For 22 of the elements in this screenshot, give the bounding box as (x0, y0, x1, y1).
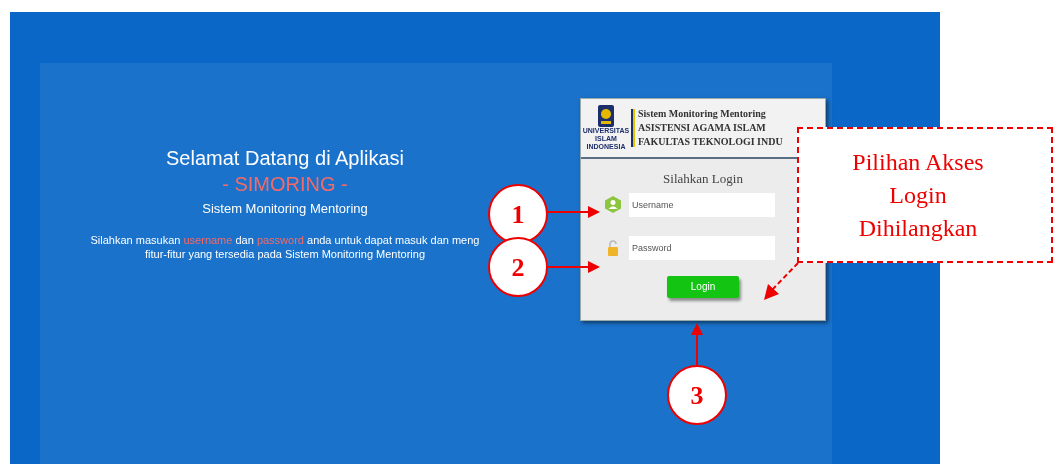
instruction-text: fitur-fitur yang tersedia pada Sistem Monitoring Mentoring (145, 247, 425, 261)
callout-arrow (548, 206, 600, 218)
lock-icon (607, 239, 619, 256)
annotation-text: Pilihan Akses (852, 147, 984, 177)
university-emblem-icon (598, 105, 614, 127)
callout-arrow (691, 323, 703, 367)
app-name: - SIMORING - (222, 172, 348, 197)
instruction-text: Silahkan masukan username dan password anda untuk dapat masuk dan meng (90, 233, 480, 247)
login-heading: Silahkan Login (662, 170, 744, 188)
app-subtitle: Sistem Monitoring Mentoring (202, 200, 368, 218)
password-field[interactable]: Password (629, 235, 775, 260)
annotation-text: Dihilangkan (858, 213, 978, 243)
welcome-title: Selamat Datang di Aplikasi (166, 146, 404, 171)
user-icon (605, 196, 621, 213)
header-bar-icon (631, 109, 635, 147)
header-text: ASISTENSI AGAMA ISLAM (638, 121, 767, 135)
username-field[interactable]: Username (629, 192, 775, 217)
header-text: FAKULTAS TEKNOLOGI INDU (638, 135, 783, 149)
login-button[interactable]: Login (667, 275, 739, 298)
callout-arrow (548, 261, 600, 273)
annotation-text: Login (889, 180, 947, 210)
header-text: Sistem Monitoring Mentoring (638, 107, 767, 121)
